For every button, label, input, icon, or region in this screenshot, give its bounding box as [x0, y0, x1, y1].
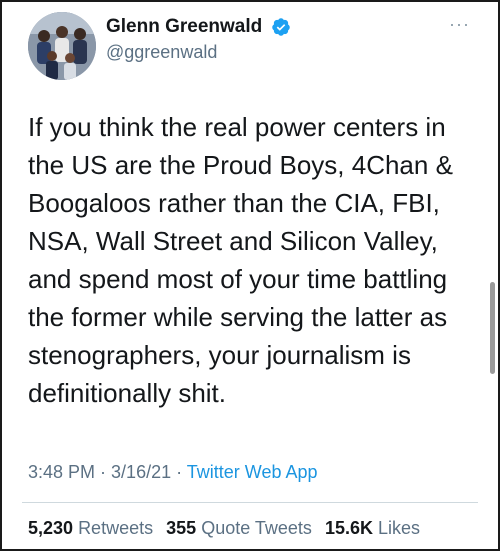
likes-stat[interactable]: 15.6K Likes — [325, 518, 420, 538]
retweets-count: 5,230 — [28, 518, 74, 538]
avatar[interactable] — [28, 12, 96, 80]
avatar-photo-icon — [28, 12, 96, 80]
retweets-label: Retweets — [78, 518, 154, 538]
author-block: Glenn Greenwald @ggreenwald — [106, 16, 291, 63]
screenshot-frame: Glenn Greenwald @ggreenwald ··· If you t… — [0, 0, 500, 551]
tweet-card: Glenn Greenwald @ggreenwald ··· If you t… — [2, 2, 488, 549]
tweet-text-line: the former while serving the latter as — [28, 302, 448, 332]
tweet-text-line: and spend most of your time battling — [28, 264, 448, 294]
scrollbar[interactable] — [490, 282, 495, 374]
meta-separator: · — [95, 462, 112, 482]
tweet-stats: 5,230 Retweets 355 Quote Tweets 15.6K Li… — [28, 518, 428, 539]
tweet-text-line: the US are the Proud Boys, 4Chan & — [28, 150, 453, 180]
verified-badge-icon — [271, 17, 291, 37]
quote-tweets-count: 355 — [166, 518, 197, 538]
tweet-text-line: Boogaloos rather than the CIA, FBI, — [28, 188, 440, 218]
more-options-icon[interactable]: ··· — [449, 14, 470, 35]
tweet-meta: 3:48 PM · 3/16/21 · Twitter Web App — [28, 462, 318, 483]
tweet-source-link[interactable]: Twitter Web App — [187, 462, 318, 482]
tweet-date[interactable]: 3/16/21 — [111, 462, 171, 482]
divider — [22, 502, 478, 503]
tweet-text: If you think the real power centers in t… — [28, 108, 483, 412]
tweet-text-line: stenographers, your journalism is — [28, 340, 411, 370]
tweet-text-line: NSA, Wall Street and Silicon Valley, — [28, 226, 438, 256]
retweets-stat[interactable]: 5,230 Retweets — [28, 518, 153, 538]
author-handle[interactable]: @ggreenwald — [106, 42, 291, 63]
tweet-header: Glenn Greenwald @ggreenwald ··· — [20, 10, 476, 80]
tweet-text-line: If you think the real power centers in — [28, 112, 446, 142]
likes-count: 15.6K — [324, 518, 373, 538]
meta-separator: · — [171, 462, 187, 482]
likes-label: Likes — [378, 518, 421, 538]
tweet-text-line: definitionally shit. — [28, 378, 226, 408]
quote-tweets-stat[interactable]: 355 Quote Tweets — [166, 518, 312, 538]
tweet-time[interactable]: 3:48 PM — [28, 462, 95, 482]
author-name[interactable]: Glenn Greenwald — [106, 16, 262, 38]
quote-tweets-label: Quote Tweets — [201, 518, 312, 538]
